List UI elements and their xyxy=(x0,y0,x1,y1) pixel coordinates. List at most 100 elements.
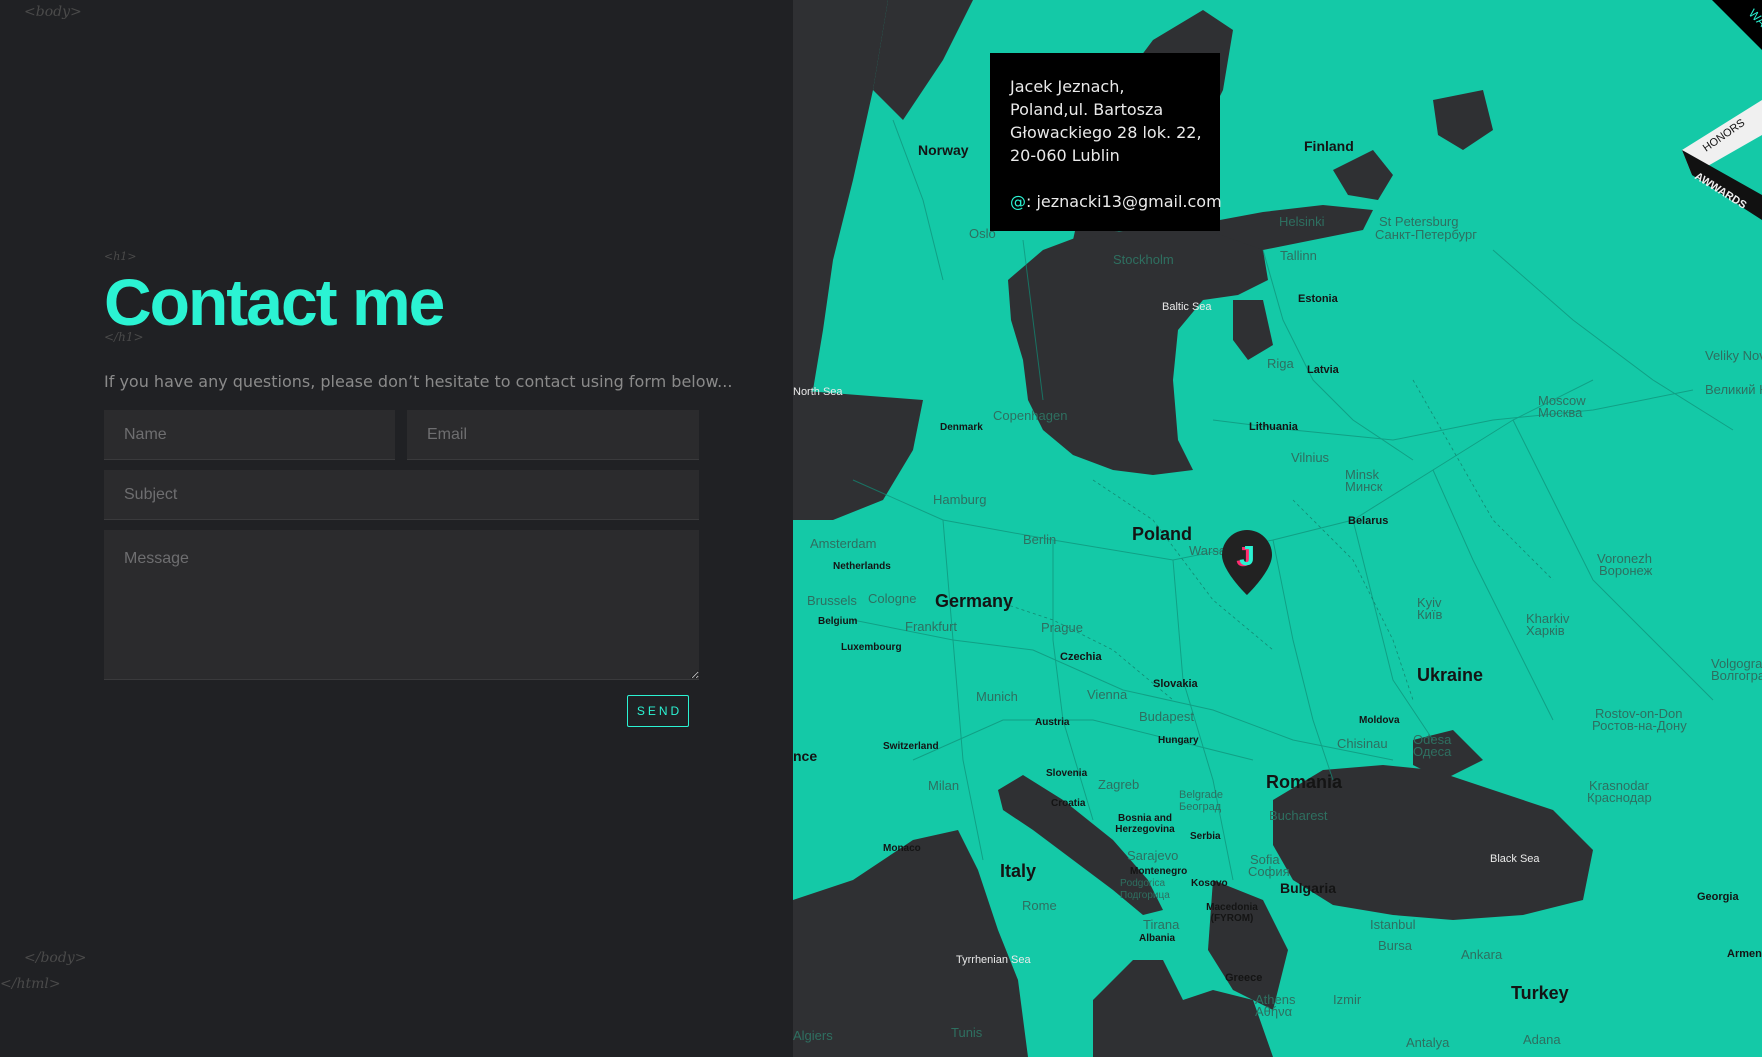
map-city-bucharest: Bucharest xyxy=(1269,808,1328,823)
map-label-serbia: Serbia xyxy=(1190,831,1221,842)
map-city-podgorica-me: Подгорица xyxy=(1120,890,1170,901)
map-label-montenegro: Montenegro xyxy=(1130,866,1188,877)
map-sea-black: Black Sea xyxy=(1490,853,1540,865)
map-city-antalya: Antalya xyxy=(1406,1035,1450,1050)
map-label-belarus: Belarus xyxy=(1348,515,1389,527)
page-title: Contact me xyxy=(104,265,445,339)
map-label-switzerland: Switzerland xyxy=(883,741,939,752)
map-label-czechia: Czechia xyxy=(1060,651,1102,663)
map-city-milan: Milan xyxy=(928,778,960,793)
html-close-tag: </html> xyxy=(0,976,61,992)
map-city-vienna: Vienna xyxy=(1087,687,1128,702)
map-city-moscow-ru: Москва xyxy=(1538,405,1583,420)
map-city-tallinn: Tallinn xyxy=(1280,248,1317,263)
map-city-rome: Rome xyxy=(1022,898,1057,913)
map-city-copenhagen: Copenhagen xyxy=(993,408,1068,423)
map-city-izmir: Izmir xyxy=(1333,992,1362,1007)
map-city-berlin: Berlin xyxy=(1023,532,1057,547)
map-city-belgrade-sr: Београд xyxy=(1179,801,1222,813)
map-label-luxembourg: Luxembourg xyxy=(841,642,902,653)
map-city-voronezh-ru: Воронеж xyxy=(1599,563,1653,578)
map-city-kharkiv-ua: Харків xyxy=(1526,623,1565,638)
map-pin-icon[interactable]: J J xyxy=(1220,529,1274,597)
map-label-germany: Germany xyxy=(935,591,1014,611)
map-label-slovakia: Slovakia xyxy=(1153,678,1198,690)
map-city-sofia-bg: София xyxy=(1248,864,1290,879)
info-email-address: : jeznacki13@gmail.com xyxy=(1026,192,1222,211)
map-city-stockholm: Stockholm xyxy=(1113,252,1174,267)
map-label-denmark: Denmark xyxy=(940,422,983,433)
map-label-norway: Norway xyxy=(918,142,969,158)
map-label-finland: Finland xyxy=(1304,138,1354,154)
map-city-novgorod-ru: Великий Новгород xyxy=(1705,382,1762,397)
map-city-bursa: Bursa xyxy=(1378,938,1412,953)
awwwards-ribbon[interactable]: WAL HONORS AWWARDS xyxy=(1672,0,1762,260)
address-info-box: Jacek Jeznach, Poland,ul. Bartosza Głowa… xyxy=(990,53,1222,231)
map-label-armenia: Armen xyxy=(1727,948,1762,960)
map-city-odesa-ua: Одеса xyxy=(1413,744,1452,759)
contact-panel: <body> <h1> Contact me </h1> If you have… xyxy=(0,0,793,1057)
map-label-croatia: Croatia xyxy=(1051,798,1086,809)
map-geography xyxy=(793,0,1734,1057)
map-city-minsk-ru: Минск xyxy=(1345,479,1383,494)
info-email[interactable]: @: jeznacki13@gmail.com xyxy=(1010,190,1222,213)
map-city-hamburg: Hamburg xyxy=(933,492,987,507)
map-city-tirana: Tirana xyxy=(1143,917,1180,932)
map-label-ukraine: Ukraine xyxy=(1417,665,1484,685)
send-button[interactable]: SEND xyxy=(627,695,689,727)
name-input[interactable] xyxy=(104,410,395,460)
message-textarea[interactable] xyxy=(104,530,699,680)
map-city-riga: Riga xyxy=(1267,356,1294,371)
map-label-turkey: Turkey xyxy=(1511,983,1569,1003)
map-label-netherlands: Netherlands xyxy=(833,561,891,572)
map-sea-tyrrhenian: Tyrrhenian Sea xyxy=(956,954,1031,966)
map-city-zagreb: Zagreb xyxy=(1098,777,1140,792)
map-label-france: nce xyxy=(793,748,818,764)
map-city-amsterdam: Amsterdam xyxy=(810,536,877,551)
map-city-rostov-ru: Ростов-на-Дону xyxy=(1592,718,1687,733)
map-label-belgium: Belgium xyxy=(818,616,858,627)
body-close-tag: </body> xyxy=(24,950,87,966)
map-sea-baltic: Baltic Sea xyxy=(1162,301,1212,313)
map-city-cologne: Cologne xyxy=(868,591,917,606)
info-address-line2: Głowackiego 28 lok. 22, xyxy=(1010,123,1202,142)
pin-letter: J xyxy=(1239,540,1255,571)
map-city-chisinau: Chisinau xyxy=(1337,736,1388,751)
map-city-frankfurt: Frankfurt xyxy=(905,619,958,634)
map-city-st-petersburg-ru: Санкт-Петербург xyxy=(1375,227,1477,242)
map[interactable]: Norway Finland Estonia Latvia Lithuania … xyxy=(793,0,1762,1057)
map-label-austria: Austria xyxy=(1035,717,1070,728)
map-label-kosovo: Kosovo xyxy=(1191,878,1228,889)
map-city-prague: Prague xyxy=(1041,620,1083,635)
map-city-istanbul: Istanbul xyxy=(1370,917,1416,932)
map-city-munich: Munich xyxy=(976,689,1018,704)
map-label-estonia: Estonia xyxy=(1298,293,1338,305)
email-input[interactable] xyxy=(407,410,699,460)
map-label-italy: Italy xyxy=(1000,861,1037,881)
subject-input[interactable] xyxy=(104,470,699,520)
map-city-adana: Adana xyxy=(1523,1032,1561,1047)
map-label-bosnia: Bosnia and Herzegovina xyxy=(1115,813,1175,835)
info-address-line1: Poland,ul. Bartosza xyxy=(1010,100,1164,119)
map-label-georgia: Georgia xyxy=(1697,891,1739,903)
map-label-macedonia: Macedonia (FYROM) xyxy=(1206,902,1258,924)
map-city-volgograd-ru: Волгоград xyxy=(1711,668,1762,683)
map-label-moldova: Moldova xyxy=(1359,715,1400,726)
map-city-sarajevo: Sarajevo xyxy=(1127,848,1179,863)
map-label-romania: Romania xyxy=(1266,772,1343,792)
map-city-krasnodar-ru: Краснодар xyxy=(1587,790,1652,805)
at-icon: @ xyxy=(1010,192,1026,211)
map-label-lithuania: Lithuania xyxy=(1249,421,1298,433)
map-city-podgorica: Podgorica xyxy=(1120,878,1166,889)
map-label-bulgaria: Bulgaria xyxy=(1280,880,1337,896)
map-city-helsinki: Helsinki xyxy=(1279,214,1325,229)
map-city-athens-gr: Αθήνα xyxy=(1255,1004,1293,1019)
body-open-tag: <body> xyxy=(24,4,82,20)
map-city-algiers: Algiers xyxy=(793,1028,833,1043)
map-label-poland: Poland xyxy=(1132,524,1193,544)
map-label-latvia: Latvia xyxy=(1307,364,1339,376)
map-label-hungary: Hungary xyxy=(1158,735,1199,746)
map-city-brussels: Brussels xyxy=(807,593,857,608)
map-label-greece: Greece xyxy=(1225,972,1263,984)
info-name: Jacek Jeznach, xyxy=(1010,77,1125,96)
